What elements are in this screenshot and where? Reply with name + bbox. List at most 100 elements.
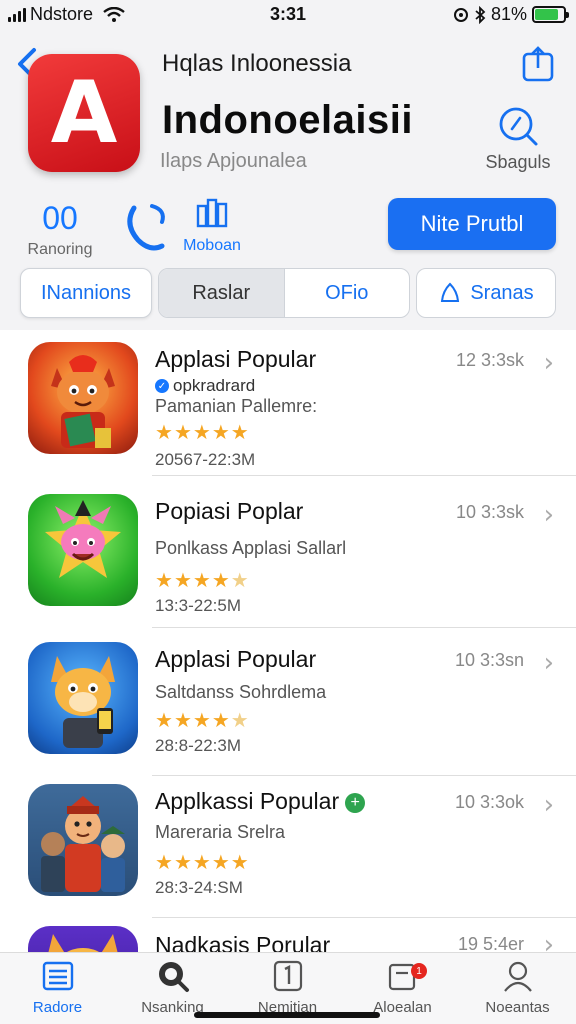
status-bar: Ndstore 3:31 81% <box>0 0 576 30</box>
star-icon: ★ <box>173 852 193 874</box>
star-icon: ★ <box>155 570 174 592</box>
search-icon <box>499 107 538 146</box>
rating-label: Ranoring <box>27 241 93 258</box>
segment-option[interactable]: OFio <box>285 269 410 317</box>
list-item[interactable]: Applkassi Popular + Mareraria Srelra ★★★★… <box>0 772 576 918</box>
star-rating: ★★★★★ <box>155 568 250 593</box>
bell-icon <box>441 282 460 302</box>
app-subtitle: Mareraria Srelra <box>155 822 286 842</box>
tab-label: Radore <box>32 999 83 1016</box>
cartoon-character-icon <box>51 355 115 448</box>
app-time: 10 3:3sn <box>454 650 524 670</box>
battery-icon <box>532 6 569 23</box>
star-icon: ★ <box>155 422 174 444</box>
star-icon: ★ <box>173 422 193 444</box>
app-time: 10 3:3sk <box>455 502 524 522</box>
app-icon: A <box>28 54 140 172</box>
verified-badge-icon: ✓ <box>155 379 169 393</box>
cartoon-star-icon <box>45 500 121 578</box>
app-title: Applasi Popular <box>155 346 317 372</box>
rating-stat: 00 Ranoring <box>22 200 98 259</box>
star-icon: ★ <box>211 422 231 444</box>
segment-first[interactable]: INannions <box>20 268 152 318</box>
app-header-region: Ndstore 3:31 81% A Hqlas Inloonessia Ind… <box>0 0 576 330</box>
primary-action-button[interactable]: Nite Prutbl <box>388 198 556 250</box>
star-icon: ★ <box>173 570 193 592</box>
number-1-icon <box>273 960 302 992</box>
app-time: 19 5:4er <box>457 934 524 952</box>
tab-nemitian[interactable]: Nemitian <box>230 959 345 1016</box>
home-indicator[interactable] <box>194 1012 380 1018</box>
phone-icon <box>127 204 165 251</box>
app-title: Nadkasis Porular <box>155 932 331 952</box>
page-title: Indonoelaisii <box>162 98 413 142</box>
battery-level <box>535 9 558 20</box>
app-title: Applasi Popular <box>155 646 317 672</box>
battery-percent: 81% <box>490 4 527 24</box>
developer-name: Ilaps Apjounalea <box>160 150 307 172</box>
star-icon: ★ <box>211 852 231 874</box>
list-icon <box>42 961 73 991</box>
cartoon-group-icon <box>41 796 125 892</box>
app-subtitle-text: opkradrard <box>173 376 256 395</box>
star-icon: ★ <box>173 710 193 732</box>
app-thumbnail <box>28 342 138 454</box>
app-subtitle: Saltdanss Sohrdlema <box>155 682 327 702</box>
row-divider <box>152 627 576 628</box>
search-icon <box>158 962 189 992</box>
mobile-label: Moboan <box>183 237 241 254</box>
chevron-right-icon: › <box>543 930 554 952</box>
app-date: 28:3-24:SM <box>155 878 243 897</box>
segment-last-label: Sranas <box>470 281 534 304</box>
segment-last[interactable]: Sranas <box>416 268 556 318</box>
call-button[interactable] <box>118 200 174 259</box>
app-category: Pamanian Pallemre: <box>155 396 318 416</box>
share-icon[interactable] <box>518 44 558 84</box>
app-title: Applkassi Popular <box>155 788 340 814</box>
star-icon: ★ <box>230 422 250 444</box>
chevron-right-icon: › <box>543 648 554 678</box>
person-icon <box>503 961 532 992</box>
app-time: 10 3:3ok <box>454 792 524 812</box>
mobile-icon <box>196 198 228 228</box>
search-button[interactable]: Sbaguls <box>470 104 566 184</box>
tab-label: Noeantas <box>485 999 550 1016</box>
mobile-stat[interactable]: Moboan <box>176 196 248 255</box>
list-item[interactable]: Applasi Popular ✓ opkradrard Pamanian Pa… <box>0 330 576 476</box>
header-subtitle: Hqlas Inloonessia <box>162 50 352 77</box>
app-date: 28:8-22:3M <box>155 736 241 755</box>
star-icon: ★ <box>211 570 231 592</box>
tab-radore[interactable]: Radore <box>0 959 115 1016</box>
app-title-row: Applkassi Popular + <box>155 788 366 815</box>
star-icon: ★ <box>230 710 250 732</box>
segmented-control: Raslar OFio <box>158 268 410 318</box>
chevron-right-icon: › <box>543 348 554 378</box>
segment-option-active[interactable]: Raslar <box>159 269 285 317</box>
star-icon: ★ <box>155 852 174 874</box>
tab-nsanking[interactable]: Nsanking <box>115 959 230 1016</box>
star-rating: ★★★★★ <box>155 420 250 445</box>
tab-noeantas[interactable]: Noeantas <box>460 959 575 1016</box>
app-thumbnail <box>28 642 138 754</box>
chevron-right-icon: › <box>543 500 554 530</box>
app-thumbnail <box>28 926 138 952</box>
tab-aloealan[interactable]: 1 Aloealan <box>345 959 460 1016</box>
star-icon: ★ <box>230 570 250 592</box>
search-label: Sbaguls <box>485 152 551 172</box>
list-item[interactable]: Nadkasis Porular 19 5:4er › <box>0 922 576 952</box>
notification-badge: 1 <box>411 963 427 979</box>
list-item[interactable]: Popiasi Poplar Ponlkass Applasi Sallarl … <box>0 482 576 628</box>
cartoon-ears-icon <box>48 934 118 952</box>
app-time: 12 3:3sk <box>455 350 524 370</box>
star-icon: ★ <box>192 852 212 874</box>
app-date: 20567-22:3M <box>155 450 256 469</box>
star-icon: ★ <box>155 710 174 732</box>
star-rating: ★★★★★ <box>155 708 250 733</box>
star-icon: ★ <box>192 570 212 592</box>
list-item[interactable]: Applasi Popular Saltdanss Sohrdlema ★★★★… <box>0 630 576 776</box>
star-icon: ★ <box>230 852 250 874</box>
app-icon-letter: A <box>50 63 118 163</box>
cartoon-fox-icon <box>51 656 115 748</box>
status-right: 81% <box>453 4 569 25</box>
app-thumbnail <box>28 494 138 606</box>
